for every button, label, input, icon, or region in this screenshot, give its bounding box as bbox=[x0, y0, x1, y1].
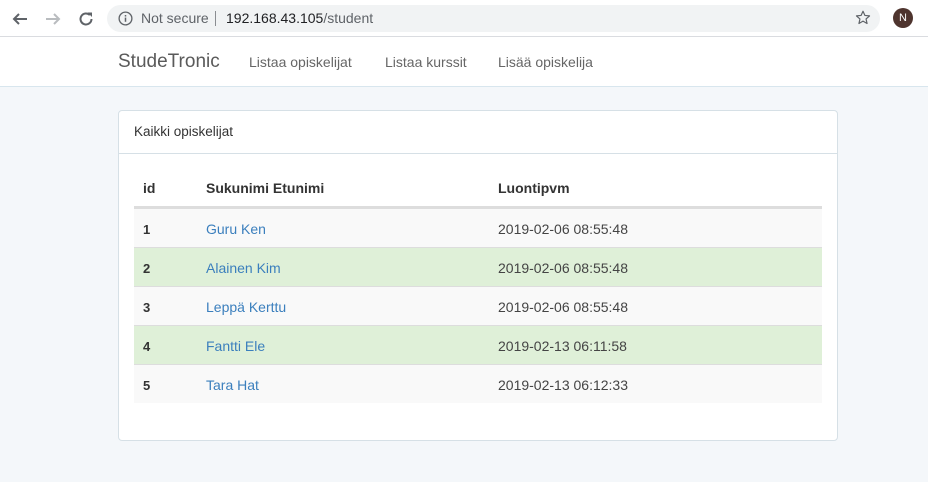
cell-created: 2019-02-06 08:55:48 bbox=[498, 299, 628, 315]
url-text[interactable]: 192.168.43.105/student bbox=[226, 11, 373, 26]
reload-button[interactable] bbox=[75, 8, 97, 30]
column-header-id: id bbox=[143, 180, 156, 196]
cell-id: 1 bbox=[143, 222, 151, 237]
student-name-link[interactable]: Fantti Ele bbox=[206, 338, 265, 354]
student-name-link[interactable]: Alainen Kim bbox=[206, 260, 281, 276]
column-header-created: Luontipvm bbox=[498, 180, 570, 196]
reload-icon bbox=[79, 12, 93, 26]
cell-created: 2019-02-06 08:55:48 bbox=[498, 260, 628, 276]
cell-created: 2019-02-13 06:11:58 bbox=[498, 338, 627, 354]
panel-title: Kaikki opiskelijat bbox=[119, 111, 837, 154]
table-row: 3 Leppä Kerttu 2019-02-06 08:55:48 bbox=[134, 286, 822, 325]
omnibox-divider bbox=[215, 11, 216, 26]
students-table: id Sukunimi Etunimi Luontipvm 1 Guru Ken… bbox=[134, 171, 822, 403]
table-row: 5 Tara Hat 2019-02-13 06:12:33 bbox=[134, 364, 822, 403]
nav-link-list-courses[interactable]: Listaa kurssit bbox=[385, 54, 467, 70]
cell-id: 4 bbox=[143, 339, 151, 354]
app-navbar: StudeTronic Listaa opiskelijat Listaa ku… bbox=[0, 37, 928, 87]
cell-id: 2 bbox=[143, 261, 151, 276]
brand-logo[interactable]: StudeTronic bbox=[118, 51, 220, 73]
cell-created: 2019-02-06 08:55:48 bbox=[498, 221, 628, 237]
students-panel: Kaikki opiskelijat id Sukunimi Etunimi L… bbox=[118, 110, 838, 441]
table-header: id Sukunimi Etunimi Luontipvm bbox=[134, 171, 822, 208]
student-name-link[interactable]: Leppä Kerttu bbox=[206, 299, 286, 315]
back-button[interactable] bbox=[9, 8, 31, 30]
arrow-right-icon bbox=[46, 13, 61, 25]
student-name-link[interactable]: Tara Hat bbox=[206, 377, 259, 393]
profile-avatar[interactable]: N bbox=[893, 8, 913, 28]
cell-id: 3 bbox=[143, 300, 151, 315]
nav-link-add-student[interactable]: Lisää opiskelija bbox=[498, 54, 593, 70]
star-icon[interactable] bbox=[854, 9, 872, 27]
column-header-name: Sukunimi Etunimi bbox=[206, 180, 325, 196]
arrow-left-icon bbox=[12, 13, 27, 25]
nav-link-list-students[interactable]: Listaa opiskelijat bbox=[249, 54, 352, 70]
security-label[interactable]: Not secure bbox=[141, 11, 209, 26]
browser-toolbar: Not secure 192.168.43.105/student N bbox=[0, 0, 928, 37]
table-row: 2 Alainen Kim 2019-02-06 08:55:48 bbox=[134, 247, 822, 286]
table-row: 4 Fantti Ele 2019-02-13 06:11:58 bbox=[134, 325, 822, 364]
info-icon[interactable] bbox=[118, 11, 133, 26]
cell-id: 5 bbox=[143, 378, 151, 393]
forward-button[interactable] bbox=[42, 8, 64, 30]
url-path: /student bbox=[323, 10, 374, 26]
student-name-link[interactable]: Guru Ken bbox=[206, 221, 266, 237]
url-host: 192.168.43.105 bbox=[226, 10, 324, 26]
cell-created: 2019-02-13 06:12:33 bbox=[498, 377, 628, 393]
table-row: 1 Guru Ken 2019-02-06 08:55:48 bbox=[134, 208, 822, 247]
address-bar[interactable]: Not secure 192.168.43.105/student bbox=[107, 5, 880, 32]
